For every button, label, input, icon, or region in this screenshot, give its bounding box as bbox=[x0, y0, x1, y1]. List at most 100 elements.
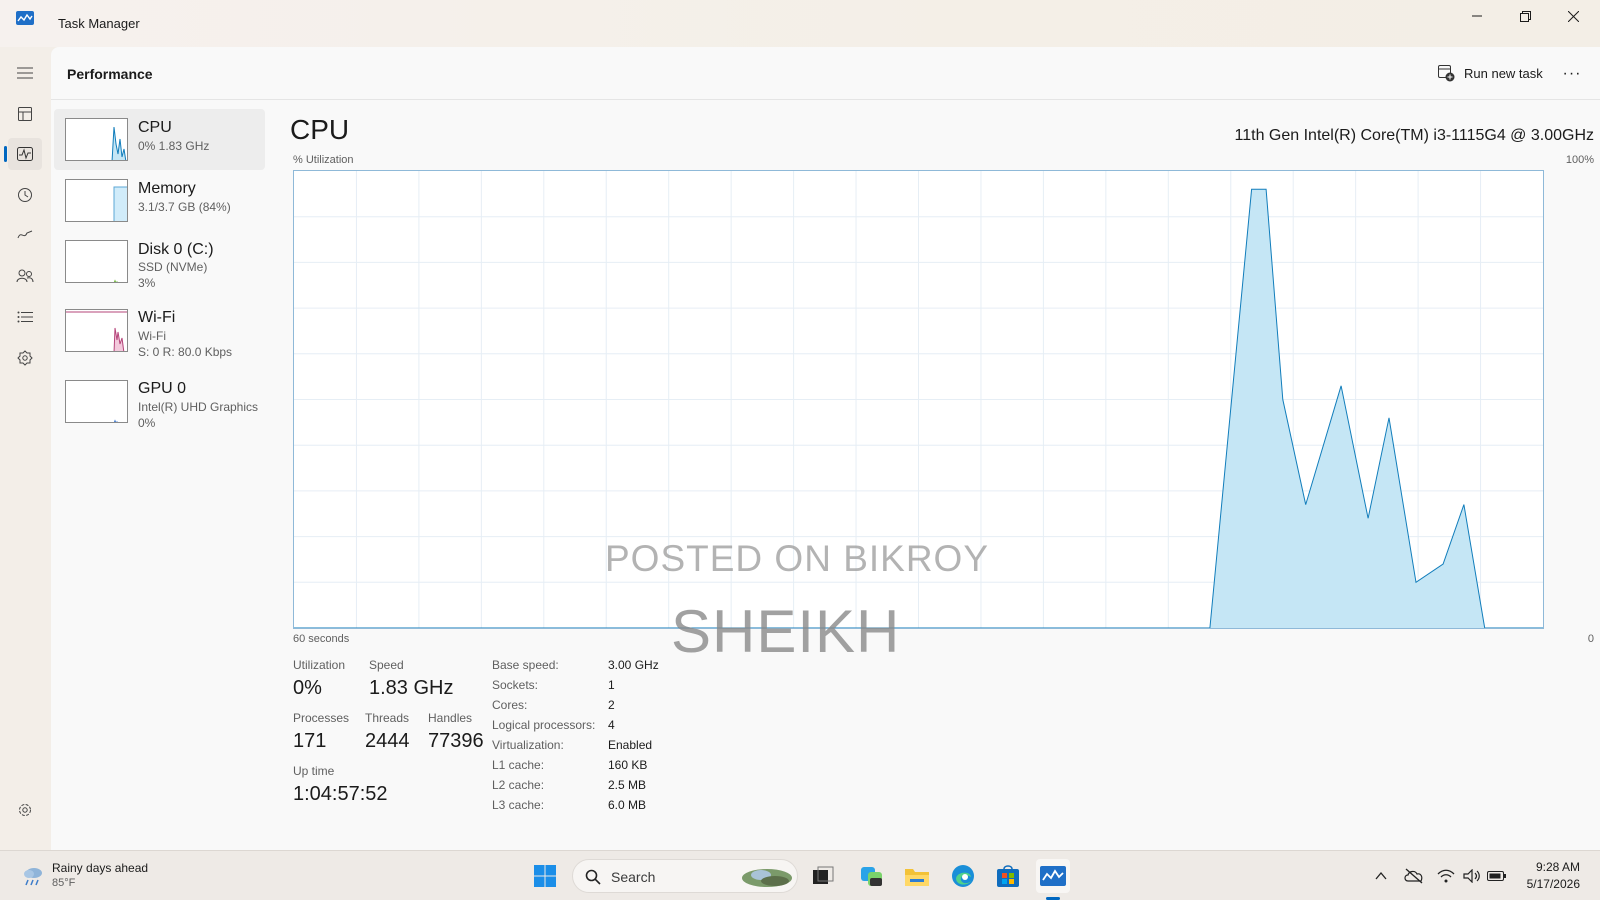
users-icon bbox=[16, 269, 34, 283]
uptime-label: Up time bbox=[293, 764, 335, 778]
spec-value: 4 bbox=[608, 718, 615, 732]
spec-label: L2 cache: bbox=[492, 778, 545, 792]
hamburger-menu-button[interactable] bbox=[8, 57, 42, 89]
battery-button[interactable] bbox=[1487, 866, 1507, 886]
resource-item-cpu[interactable]: CPU 0% 1.83 GHz bbox=[54, 109, 265, 170]
utilization-label: Utilization bbox=[293, 658, 346, 672]
wifi-tray-button[interactable] bbox=[1436, 866, 1456, 886]
spec-value: 1 bbox=[608, 678, 615, 692]
spec-value: Enabled bbox=[608, 738, 653, 752]
title-bar: Task Manager bbox=[0, 0, 1600, 47]
resource-name: Disk 0 (C:) bbox=[138, 241, 214, 258]
nav-app-history[interactable] bbox=[8, 179, 42, 211]
threads-value: 2444 bbox=[365, 730, 410, 752]
y-axis-label: % Utilization bbox=[293, 154, 354, 166]
performance-icon bbox=[17, 147, 33, 161]
weather-temperature: 85°F bbox=[52, 877, 76, 889]
battery-icon bbox=[1487, 871, 1506, 881]
spec-label: Virtualization: bbox=[492, 738, 564, 752]
nav-details[interactable] bbox=[8, 301, 42, 333]
resource-value: S: 0 R: 80.0 Kbps bbox=[138, 345, 233, 359]
nav-services[interactable] bbox=[8, 342, 42, 374]
cpu-thumbnail bbox=[65, 118, 128, 161]
disk-thumbnail bbox=[65, 240, 128, 283]
onedrive-button[interactable] bbox=[1404, 866, 1424, 886]
uptime-value: 1:04:57:52 bbox=[293, 783, 388, 805]
handles-label: Handles bbox=[428, 711, 473, 725]
processes-icon bbox=[18, 107, 32, 121]
nav-settings[interactable] bbox=[8, 794, 42, 826]
widgets-button[interactable] bbox=[855, 859, 889, 893]
restore-button[interactable] bbox=[1501, 0, 1549, 32]
close-icon bbox=[1567, 10, 1579, 22]
resource-subtitle: Wi-Fi bbox=[138, 329, 166, 343]
resource-subtitle: SSD (NVMe) bbox=[138, 260, 208, 274]
nav-startup-apps[interactable] bbox=[8, 219, 42, 251]
watermark-line-2: SHEIKH bbox=[671, 598, 901, 665]
gpu-thumbnail bbox=[65, 380, 128, 423]
nav-rail bbox=[0, 47, 51, 850]
spec-value: 2.5 MB bbox=[608, 778, 647, 792]
spec-value: 160 KB bbox=[608, 758, 648, 772]
x-axis-left-label: 60 seconds bbox=[293, 633, 350, 645]
taskbar-search[interactable]: Search bbox=[572, 859, 798, 893]
file-explorer-button[interactable] bbox=[900, 859, 934, 893]
disk-thumbnail-graph bbox=[114, 279, 118, 282]
resource-name: Wi-Fi bbox=[138, 309, 176, 326]
minimize-button[interactable] bbox=[1453, 0, 1501, 32]
resource-subtitle: 3.1/3.7 GB (84%) bbox=[138, 200, 231, 214]
volume-button[interactable] bbox=[1462, 866, 1482, 886]
resource-item-wifi[interactable]: Wi-Fi Wi-Fi S: 0 R: 80.0 Kbps bbox=[54, 295, 265, 359]
main-panel: Performance Run new task ··· CPU 0% 1.83… bbox=[51, 47, 1600, 850]
close-button[interactable] bbox=[1549, 0, 1597, 32]
spec-label: Base speed: bbox=[492, 658, 559, 672]
resource-value: 3% bbox=[138, 276, 156, 290]
utilization-value: 0% bbox=[293, 677, 322, 699]
resource-name: Memory bbox=[138, 180, 196, 197]
resource-name: GPU 0 bbox=[138, 380, 187, 397]
resource-subtitle: 0% 1.83 GHz bbox=[138, 139, 210, 153]
wifi-thumbnail bbox=[65, 309, 128, 352]
cloud-off-icon bbox=[1404, 868, 1423, 884]
task-manager-taskbar-button[interactable] bbox=[1036, 859, 1070, 893]
spec-value: 6.0 MB bbox=[608, 798, 647, 812]
cpu-thumbnail-graph bbox=[111, 126, 127, 160]
edge-button[interactable] bbox=[946, 859, 980, 893]
nav-performance[interactable] bbox=[8, 138, 42, 170]
spec-label: L3 cache: bbox=[492, 798, 545, 812]
resource-item-disk[interactable]: Disk 0 (C:) SSD (NVMe) 3% bbox=[54, 233, 265, 294]
nav-users[interactable] bbox=[8, 260, 42, 292]
services-icon bbox=[17, 350, 33, 366]
search-placeholder: Search bbox=[611, 869, 656, 885]
minimize-icon bbox=[1472, 15, 1482, 17]
spec-value: 2 bbox=[608, 698, 615, 712]
y-axis-max-label: 100% bbox=[1565, 154, 1594, 166]
page-title: Performance bbox=[67, 66, 153, 82]
volume-icon bbox=[1463, 869, 1480, 883]
show-hidden-icons-button[interactable] bbox=[1371, 866, 1391, 886]
hamburger-menu-icon bbox=[17, 67, 33, 79]
resource-item-gpu[interactable]: GPU 0 Intel(R) UHD Graphics 0% bbox=[54, 366, 265, 430]
widgets-icon bbox=[861, 867, 882, 886]
restore-icon bbox=[1519, 10, 1531, 22]
run-new-task-button[interactable]: Run new task bbox=[1430, 57, 1551, 90]
store-button[interactable] bbox=[991, 859, 1025, 893]
more-options-button[interactable]: ··· bbox=[1555, 57, 1589, 90]
spec-label: Cores: bbox=[492, 698, 528, 712]
x-axis-right-label: 0 bbox=[1587, 633, 1594, 645]
task-view-button[interactable] bbox=[806, 859, 840, 893]
memory-thumbnail bbox=[65, 179, 128, 222]
store-icon bbox=[997, 865, 1019, 887]
memory-thumbnail-graph bbox=[113, 186, 127, 221]
watermark-line-1: POSTED ON BIKROY bbox=[605, 538, 990, 579]
start-button[interactable] bbox=[528, 859, 562, 893]
resource-item-memory[interactable]: Memory 3.1/3.7 GB (84%) bbox=[54, 171, 265, 232]
clock-time[interactable]: 9:28 AM bbox=[1536, 860, 1580, 874]
nav-processes[interactable] bbox=[8, 98, 42, 130]
clock-date[interactable]: 5/17/2026 bbox=[1527, 877, 1580, 891]
processes-label: Processes bbox=[293, 711, 350, 725]
spec-label: Logical processors: bbox=[492, 718, 596, 732]
active-nav-indicator bbox=[4, 146, 7, 162]
run-new-task-label: Run new task bbox=[1464, 66, 1543, 81]
rain-cloud-icon bbox=[24, 868, 42, 886]
